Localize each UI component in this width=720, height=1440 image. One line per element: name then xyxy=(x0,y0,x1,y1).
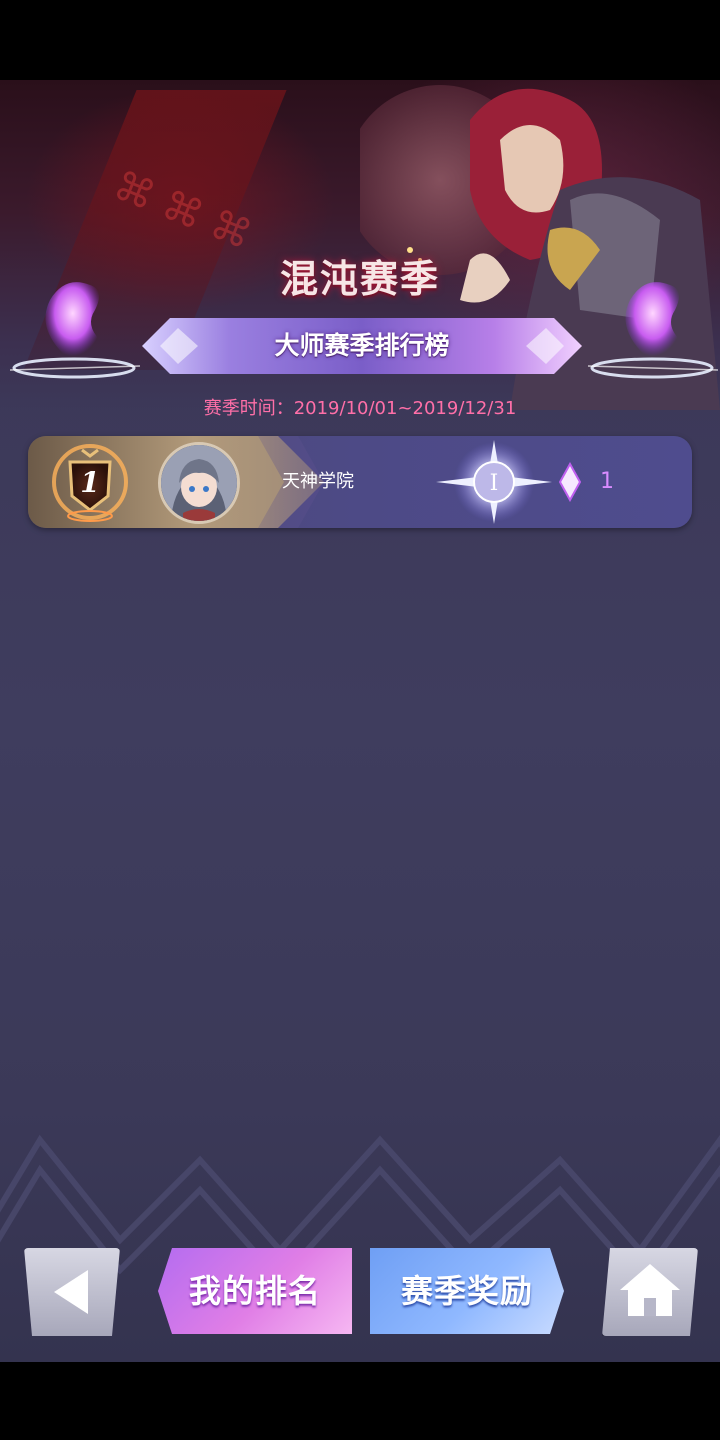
my-rank-button[interactable]: 我的排名 xyxy=(158,1248,352,1334)
leaderboard-title: 大师赛季排行榜 xyxy=(274,331,450,360)
avatar-portrait xyxy=(161,445,237,521)
home-button[interactable] xyxy=(602,1248,698,1336)
status-bar-area xyxy=(0,0,720,80)
player-name: 天神学院 xyxy=(282,471,354,492)
diamond-icon xyxy=(559,462,581,502)
leaderboard-ribbon: 大师赛季排行榜 xyxy=(142,318,582,374)
navigation-bar-area xyxy=(0,1362,720,1440)
left-flame-ornament xyxy=(10,282,141,379)
tier-numeral: I xyxy=(490,471,499,496)
leaderboard-screen: ⌘⌘⌘ 混沌赛季 大师赛季排行榜 赛季时间：2019/10/01~2019/12… xyxy=(0,80,720,1362)
rank-number: 1 xyxy=(80,466,99,499)
rank-emblem-icon: I xyxy=(436,440,552,524)
back-arrow-icon xyxy=(54,1270,88,1314)
season-time: 赛季时间：2019/10/01~2019/12/31 xyxy=(203,398,517,419)
ranking-row[interactable]: 1 天神学院 I 1 xyxy=(28,436,692,528)
rank-badge-icon: 1 xyxy=(52,444,128,522)
right-flame-ornament xyxy=(587,282,719,379)
diamond-count: 1 xyxy=(600,469,614,494)
home-icon xyxy=(620,1264,680,1316)
player-avatar[interactable] xyxy=(158,442,240,524)
season-reward-button[interactable]: 赛季奖励 xyxy=(370,1248,564,1334)
back-button[interactable] xyxy=(24,1248,120,1336)
